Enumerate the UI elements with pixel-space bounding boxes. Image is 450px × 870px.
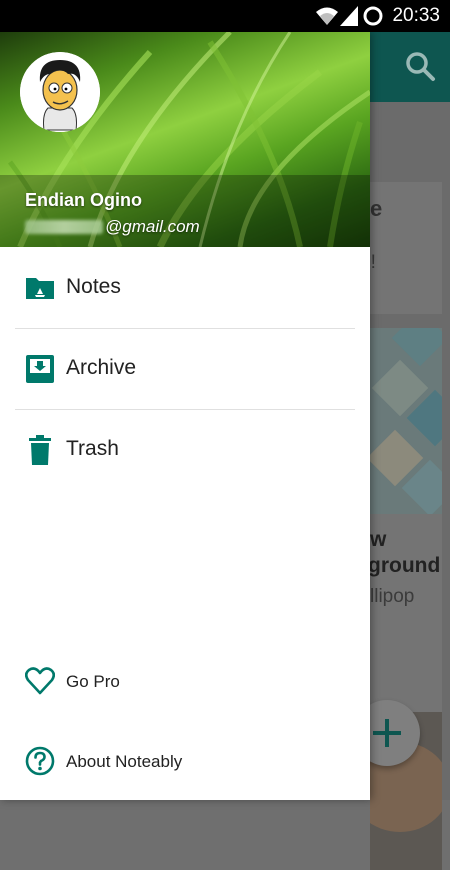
email-domain: @gmail.com xyxy=(105,217,200,236)
sync-icon xyxy=(363,6,383,26)
drawer-item-label: Notes xyxy=(66,275,121,298)
note-card[interactable]: w ground llipop xyxy=(370,328,442,718)
heart-icon xyxy=(25,667,55,695)
search-icon[interactable] xyxy=(404,50,436,82)
avatar[interactable] xyxy=(20,52,100,132)
avatar-icon xyxy=(20,52,100,132)
email-redacted-part xyxy=(25,220,103,234)
note-image xyxy=(370,328,442,514)
signal-icon xyxy=(340,6,358,26)
help-icon xyxy=(25,746,55,776)
note-title: ground xyxy=(370,554,441,577)
navigation-drawer: Endian Ogino @gmail.com Notes Archive Tr… xyxy=(0,32,370,800)
note-card[interactable]: e n! xyxy=(370,182,442,314)
note-body: llipop xyxy=(370,586,415,607)
trash-icon xyxy=(29,435,51,465)
drawer-item-go-pro[interactable]: Go Pro xyxy=(0,652,370,708)
drawer-item-about[interactable]: About Noteably xyxy=(0,732,370,788)
drawer-item-label: Archive xyxy=(66,356,137,379)
note-title: w xyxy=(370,528,387,551)
archive-icon xyxy=(26,355,54,383)
note-body: n! xyxy=(370,252,376,273)
drawer-item-notes[interactable]: Notes xyxy=(0,248,370,328)
drawer-item-label: Trash xyxy=(66,437,119,460)
status-bar: 20:33 xyxy=(0,0,450,32)
note-title: e xyxy=(370,196,383,221)
drive-folder-icon xyxy=(26,278,54,299)
drawer-item-label: Go Pro xyxy=(66,672,120,691)
user-name: Endian Ogino xyxy=(25,190,142,210)
drawer-header: Endian Ogino @gmail.com xyxy=(0,32,370,247)
status-time: 20:33 xyxy=(392,5,440,26)
wifi-icon xyxy=(316,7,338,25)
drawer-item-label: About Noteably xyxy=(66,752,183,771)
drawer-item-trash[interactable]: Trash xyxy=(0,410,370,490)
add-icon xyxy=(373,719,401,747)
drawer-item-archive[interactable]: Archive xyxy=(0,329,370,409)
